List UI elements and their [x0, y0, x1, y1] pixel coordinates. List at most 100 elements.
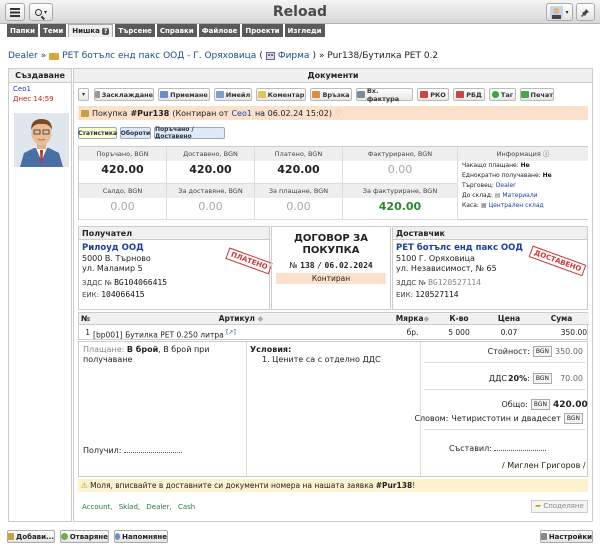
col-article-header[interactable]: Артикул ◆ — [91, 313, 391, 325]
open-button[interactable]: Отваряне — [60, 530, 109, 543]
tag-link-sklad[interactable]: Sklad, — [119, 503, 140, 511]
summary-grid: Поръчано, BGN 420.00 Доставено, BGN 420.00… — [78, 146, 588, 220]
collapse-button[interactable]: ▾ — [78, 88, 89, 101]
tab-statistics[interactable]: Статистика — [78, 127, 117, 139]
supplier-name-link[interactable]: PET ботълс енд пакс ООД — [393, 240, 587, 254]
pin-button[interactable] — [576, 3, 595, 21]
rko-label: РКО — [430, 90, 446, 99]
breadcrumb-company-type-link[interactable]: Фирма — [278, 51, 310, 61]
words-label: Словом: — [414, 414, 449, 423]
summary-paid-value: 420.00 — [277, 163, 320, 176]
comment-icon — [257, 91, 266, 98]
rbd-button[interactable]: РБД — [453, 88, 485, 101]
summary-delivered: Доставено, BGN 420.00 — [167, 147, 255, 184]
receiver-panel: Получател Рилоуд ООД 5000 В. Търново ул.… — [78, 226, 274, 310]
comment-button[interactable]: Коментар — [256, 88, 306, 101]
breadcrumb-root-link[interactable]: Dealer — [8, 51, 38, 61]
supplier-eik-label: ЕИК: — [396, 291, 413, 299]
tab-views[interactable]: Изгледи — [284, 24, 325, 37]
document-id: #Pur138 — [130, 108, 170, 118]
sort-icon: ◆ — [257, 314, 264, 323]
user-menu-button[interactable]: ▾ — [546, 3, 573, 21]
invoice-icon — [357, 91, 365, 98]
tab-topics[interactable]: Теми — [40, 24, 67, 37]
vat-amount: 70.00 — [560, 374, 583, 383]
lock-label: Засклаждане — [101, 90, 153, 99]
items-table: № Артикул ◆ Мярка◆ К-во Цена Сума 1 [bp0… — [78, 312, 589, 340]
chevron-down-icon: ▾ — [81, 91, 85, 98]
contract-slash: / — [317, 261, 322, 270]
tab-turnovers[interactable]: Обороти — [120, 127, 151, 139]
summary-invoiced-value: 0.00 — [387, 163, 413, 176]
currency-badge: BGN — [530, 399, 550, 410]
rbd-label: РБД — [466, 90, 482, 99]
tag-link-dealer[interactable]: Dealer, — [146, 503, 171, 511]
info-icon[interactable]: ⓘ — [543, 150, 550, 158]
reminder-button[interactable]: Напомняне — [114, 530, 168, 543]
tag-link-cash[interactable]: Cash — [178, 503, 195, 511]
tag-link-account[interactable]: Account, — [82, 503, 113, 511]
link-button[interactable]: Връзка — [310, 88, 352, 101]
row-sum: 350.00 — [560, 328, 587, 337]
tab-projects[interactable]: Проекти — [242, 24, 283, 37]
tag-button[interactable]: Таг — [489, 88, 516, 101]
row-no: 1 — [85, 328, 90, 337]
tab-thread[interactable]: Нишка? — [68, 24, 114, 37]
breadcrumb-separator: » — [40, 51, 47, 61]
add-label: Добави... — [16, 532, 54, 541]
divider-left — [246, 342, 247, 476]
receiver-eik: ЕИК: 104066415 — [79, 289, 269, 301]
author-signature: Съставил: — [449, 444, 547, 453]
row-qty: 5 000 — [448, 328, 470, 337]
breadcrumb-company-close: ) — [312, 51, 316, 61]
tab-files[interactable]: Файлове — [198, 24, 241, 37]
info-store-link[interactable]: Материали — [502, 192, 537, 199]
summary-to-deliver: За доставяне, BGN 0.00 — [167, 184, 255, 220]
total-value-row: Стойност: BGN 350.00 — [488, 346, 583, 357]
print-button[interactable]: Печат — [520, 88, 554, 101]
conditions-label: Условия: — [250, 345, 292, 354]
info-cash-link[interactable]: Централен склад — [488, 202, 543, 209]
email-button[interactable]: Имейл — [214, 88, 252, 101]
tab-ordered-delivered[interactable]: Поръчано / Доставено — [154, 126, 225, 140]
warning-text: Моля, вписвайте в доставните си документ… — [90, 481, 374, 490]
settings-label: Настройки — [548, 532, 592, 541]
reminder-label: Напомняне — [122, 532, 167, 541]
breadcrumb-company-link[interactable]: PET ботълс енд пакс ООД - Г. Оряховица — [62, 51, 256, 61]
info-trader: Търговец: Dealer — [458, 181, 588, 191]
settings-button[interactable]: Настройки — [540, 530, 593, 543]
article-code-link[interactable]: bp001 — [96, 331, 120, 340]
words-value: Четиристотин и двадесет — [451, 414, 561, 423]
conditions-block: Условия: 1. Цените са с отделно ДДС — [250, 345, 420, 365]
receive-button[interactable]: Приемане — [158, 88, 210, 101]
external-link-icon[interactable]: [↗] — [226, 329, 236, 336]
incoming-invoice-button[interactable]: Вх. фактура — [356, 87, 413, 103]
col-no-header: № — [79, 313, 91, 325]
value-amount: 350.00 — [555, 347, 583, 356]
currency-badge: BGN — [532, 373, 552, 384]
sidebar-user-link[interactable]: Ceo1 — [9, 83, 71, 95]
signature-line — [494, 450, 547, 451]
share-button[interactable]: ➦ Споделяне — [531, 500, 588, 513]
warning-bar: ⚠ Моля, вписвайте в доставните си докуме… — [78, 479, 588, 492]
tab-folders[interactable]: Папки — [7, 24, 39, 37]
tab-search[interactable]: Търсене — [115, 24, 155, 37]
add-button[interactable]: Добави... — [7, 530, 55, 543]
vat-row: ДДС 20%: BGN 70.00 — [489, 373, 583, 384]
info-trader-link[interactable]: Dealer — [496, 182, 516, 189]
supplier-vat-label: ЗДДС № — [396, 279, 426, 287]
tab-reports[interactable]: Справки — [156, 24, 197, 37]
col-unit-header[interactable]: Мярка◆ — [391, 313, 434, 325]
rko-button[interactable]: РКО — [417, 88, 449, 101]
chevron-down-icon: ▾ — [565, 8, 569, 16]
app-title: Reload — [272, 4, 328, 20]
lock-button[interactable]: Засклаждане — [94, 88, 154, 101]
help-icon[interactable]: ? — [101, 27, 110, 35]
top-bar: ▾ Reload ▾ — [0, 0, 600, 24]
summary-paid: Платено, BGN 420.00 — [255, 147, 343, 184]
supplier-vat-value: BG120527114 — [428, 278, 482, 287]
summary-to-invoice: За фактуриране, BGN 420.00 — [343, 184, 458, 220]
info-one-time: Еднократно получаване: Не — [458, 171, 588, 181]
heart-icon[interactable]: ♡ — [335, 109, 342, 118]
document-author-link[interactable]: Ceo1 — [231, 109, 252, 118]
